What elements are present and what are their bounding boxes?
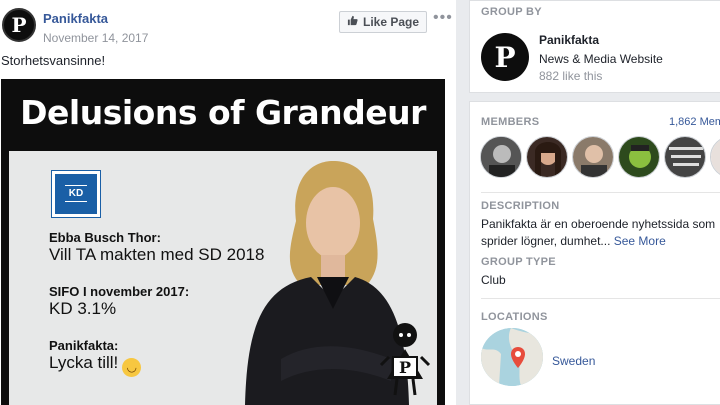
member-avatar[interactable] — [710, 136, 720, 178]
divider — [481, 192, 720, 193]
group-page-avatar[interactable]: P — [481, 33, 529, 81]
group-type-value: Club — [481, 273, 506, 287]
group-by-heading: Group by — [481, 6, 542, 18]
post-header: P Panikfakta November 14, 2017 Like Page… — [0, 4, 456, 45]
map-icon — [481, 328, 543, 386]
member-avatar[interactable] — [526, 136, 568, 178]
more-options-icon[interactable]: ••• — [433, 9, 453, 27]
panikfakta-mascot-icon: P — [379, 323, 431, 396]
location-link[interactable]: Sweden — [552, 354, 595, 368]
post-image[interactable]: Delusions of Grandeur KD Ebba Busch Thor… — [1, 79, 445, 405]
member-avatar[interactable] — [664, 136, 706, 178]
kd-logo-text: KD — [68, 188, 84, 199]
kd-logo: KD — [51, 170, 101, 218]
group-by-card: Group by P Panikfakta News & Media Websi… — [469, 0, 720, 93]
description-heading: Description — [481, 200, 560, 212]
post-text: Storhetsvansinne! — [1, 53, 106, 68]
locations-heading: Locations — [481, 311, 548, 323]
image-panel: KD Ebba Busch Thor: Vill TA makten med S… — [9, 151, 437, 405]
group-page-name[interactable]: Panikfakta — [539, 33, 599, 47]
member-avatar[interactable] — [618, 136, 660, 178]
about-card: Members 1,862 Mem Description Panikfakta… — [469, 101, 720, 405]
location-map-thumbnail[interactable] — [481, 328, 543, 386]
image-value-1: Vill TA makten med SD 2018 — [49, 245, 265, 264]
image-title: Delusions of Grandeur — [20, 93, 426, 132]
members-count-link[interactable]: 1,862 Mem — [669, 116, 720, 128]
thumbs-up-icon — [347, 15, 358, 29]
post-timestamp[interactable]: November 14, 2017 — [43, 31, 148, 45]
image-label-1: Ebba Busch Thor: — [49, 230, 161, 245]
image-label-2: SIFO I november 2017: — [49, 284, 190, 299]
image-value-2: KD 3.1% — [49, 299, 117, 318]
image-value-3: Lycka till! — [49, 353, 119, 372]
member-avatar[interactable] — [480, 136, 522, 178]
image-label-3: Panikfakta: — [49, 338, 119, 353]
like-page-label: Like Page — [362, 15, 420, 29]
group-page-category: News & Media Website — [539, 52, 663, 66]
member-avatar[interactable] — [572, 136, 614, 178]
page-avatar[interactable]: P — [2, 8, 36, 42]
like-page-button[interactable]: Like Page — [339, 11, 427, 33]
page-name-link[interactable]: Panikfakta — [43, 11, 108, 26]
description-line-1: Panikfakta är en oberoende nyhetssida so… — [481, 217, 716, 231]
divider — [481, 298, 720, 299]
laughing-emoji-icon: ◡ — [122, 358, 142, 377]
description-text: Panikfakta är en oberoende nyhetssida so… — [481, 216, 720, 250]
feed-post: P Panikfakta November 14, 2017 Like Page… — [0, 0, 456, 405]
description-line-2-row: sprider lögner, dumhet... See More — [481, 233, 720, 250]
svg-text:P: P — [399, 358, 411, 377]
image-value-3-row: Lycka till! ◡ — [49, 353, 142, 377]
description-line-2: sprider lögner, dumhet... — [481, 234, 611, 248]
see-more-link[interactable]: See More — [614, 234, 666, 248]
members-heading: Members — [481, 116, 540, 128]
group-page-likes: 882 like this — [539, 69, 603, 83]
group-type-heading: Group type — [481, 256, 556, 268]
